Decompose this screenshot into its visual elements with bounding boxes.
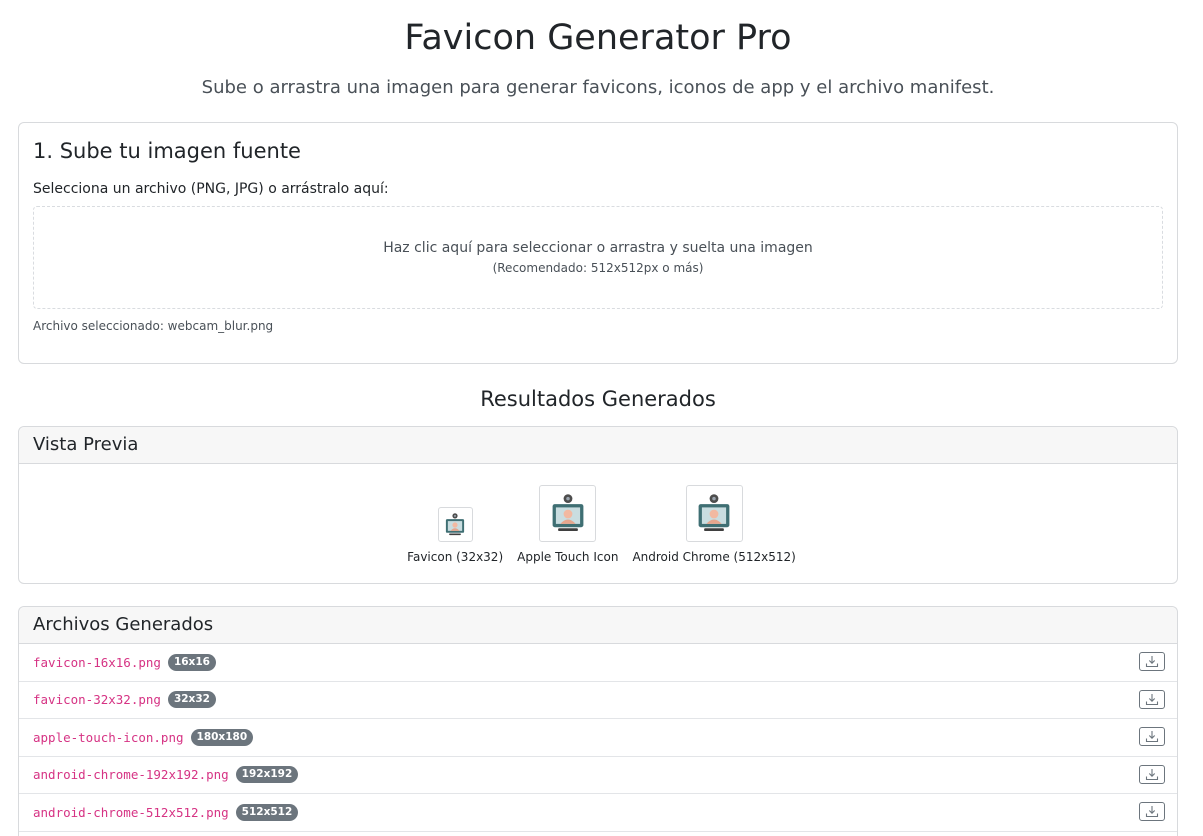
file-row: favicon-16x16.png 16x16	[19, 644, 1177, 682]
file-row: apple-touch-icon.png 180x180	[19, 719, 1177, 757]
results-title: Resultados Generados	[480, 387, 716, 411]
dropzone-hint: (Recomendado: 512x512px o más)	[492, 261, 704, 275]
file-input-label: Selecciona un archivo (PNG, JPG) o arrás…	[33, 181, 389, 197]
download-icon	[1145, 806, 1159, 818]
preview-caption: Apple Touch Icon	[517, 550, 619, 564]
download-icon	[1145, 768, 1159, 780]
android-chrome-thumbnail	[685, 485, 743, 542]
file-row: android-chrome-512x512.png 512x512	[19, 794, 1177, 832]
files-card-header: Archivos Generados	[19, 607, 1177, 644]
download-button[interactable]	[1139, 802, 1165, 821]
preview-android-chrome: Android Chrome (512x512)	[632, 485, 796, 565]
size-badge: 192x192	[235, 766, 299, 784]
preview-row: Favicon (32x32) Apple Touch Icon Android…	[19, 485, 1177, 565]
file-name: android-chrome-512x512.png	[33, 804, 229, 820]
file-name: favicon-32x32.png	[33, 692, 161, 708]
download-icon	[1145, 656, 1159, 668]
webcam-person-icon	[446, 512, 465, 535]
upload-section-title: 1. Sube tu imagen fuente	[33, 139, 301, 163]
preview-caption: Android Chrome (512x512)	[632, 550, 796, 564]
file-name: apple-touch-icon.png	[33, 729, 184, 745]
size-badge: 180x180	[190, 728, 254, 746]
webcam-person-icon	[698, 493, 730, 531]
download-button[interactable]	[1139, 764, 1165, 784]
download-button[interactable]	[1139, 727, 1165, 746]
download-button[interactable]	[1139, 689, 1165, 709]
preview-card: Vista Previa Favicon (32x32) Apple Touch…	[18, 426, 1178, 584]
image-dropzone[interactable]: Haz clic aquí para seleccionar o arrastr…	[33, 206, 1163, 309]
download-icon	[1145, 693, 1159, 705]
size-badge: 16x16	[167, 653, 216, 671]
upload-card: 1. Sube tu imagen fuente Selecciona un a…	[18, 122, 1178, 364]
selected-file-status: Archivo seleccionado: webcam_blur.png	[33, 319, 274, 333]
download-button[interactable]	[1139, 652, 1165, 671]
preview-favicon: Favicon (32x32)	[407, 507, 503, 565]
apple-touch-thumbnail	[539, 485, 597, 542]
preview-apple-touch-icon: Apple Touch Icon	[517, 485, 618, 565]
preview-card-header: Vista Previa	[19, 427, 1177, 464]
size-badge: 32x32	[167, 691, 216, 709]
webcam-person-icon	[552, 493, 584, 531]
favicon-thumbnail	[437, 507, 473, 542]
download-icon	[1145, 731, 1159, 743]
dropzone-text: Haz clic aquí para seleccionar o arrastr…	[383, 240, 813, 256]
generated-files-list: favicon-16x16.png 16x16 favicon-32x32.pn…	[19, 644, 1177, 832]
file-row: favicon-32x32.png 32x32	[19, 682, 1177, 719]
preview-caption: Favicon (32x32)	[407, 550, 504, 564]
file-row: android-chrome-192x192.png 192x192	[19, 757, 1177, 794]
page-title: Favicon Generator Pro	[404, 18, 792, 58]
file-name: android-chrome-192x192.png	[33, 767, 229, 783]
file-name: favicon-16x16.png	[33, 654, 161, 670]
generated-files-card: Archivos Generados favicon-16x16.png 16x…	[18, 606, 1178, 836]
page-subtitle: Sube o arrastra una imagen para generar …	[201, 77, 995, 98]
size-badge: 512x512	[235, 803, 299, 821]
